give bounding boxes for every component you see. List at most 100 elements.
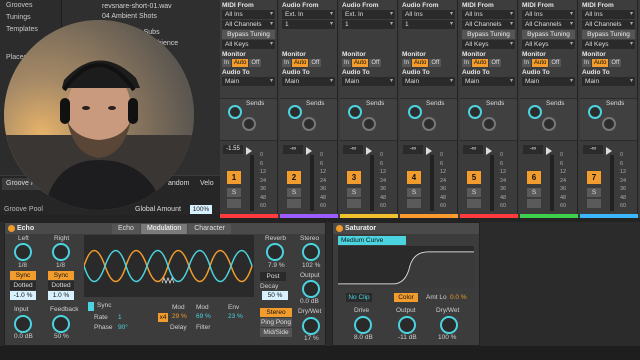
send-a-knob[interactable] [588, 105, 602, 119]
send-b-knob[interactable] [362, 117, 376, 131]
arm-button[interactable] [527, 199, 541, 208]
output-knob[interactable] [302, 280, 320, 298]
input-channel-select[interactable]: All Channels [522, 20, 575, 29]
stereo-mode-button[interactable]: Stereo [260, 308, 292, 317]
sat-drywet-knob[interactable] [440, 316, 458, 334]
monitor-auto-button[interactable]: Auto [292, 59, 309, 67]
solo-button[interactable]: S [347, 188, 361, 197]
color-toggle[interactable]: Color [394, 293, 418, 302]
right-mode-select[interactable]: Dotted [48, 281, 74, 290]
volume-fader-handle[interactable] [486, 147, 492, 155]
monitor-auto-button[interactable]: Auto [472, 59, 489, 67]
volume-value[interactable]: -∞ [463, 145, 483, 154]
feedback-knob[interactable] [52, 315, 70, 333]
track-activator-button[interactable]: 3 [347, 171, 361, 184]
volume-value[interactable]: -1.55 [223, 145, 243, 154]
decay-value[interactable]: 50 % [262, 291, 288, 300]
input-channel-select[interactable]: 1 [342, 20, 395, 29]
input-source-select[interactable]: Ext. In [342, 10, 395, 19]
bypass-tuning-button[interactable]: Bypass Tuning [522, 30, 575, 39]
tab-modulation[interactable]: Modulation [140, 224, 188, 234]
volume-fader-handle[interactable] [426, 147, 432, 155]
track-activator-button[interactable]: 2 [287, 171, 301, 184]
reverb-knob[interactable] [266, 243, 284, 261]
left-mode-select[interactable]: Dotted [10, 281, 36, 290]
keys-select[interactable]: All Keys [222, 40, 275, 49]
monitor-in-button[interactable]: In [462, 59, 472, 67]
env-value[interactable]: 23 % [228, 313, 243, 320]
device-power-icon[interactable] [336, 225, 343, 232]
sync-toggle[interactable] [88, 302, 94, 311]
monitor-off-button[interactable]: Off [549, 59, 562, 67]
drywet-knob[interactable] [302, 317, 320, 335]
global-amount-value[interactable]: 100% [190, 205, 212, 214]
solo-button[interactable]: S [587, 188, 601, 197]
input-source-select[interactable]: All Ins [222, 10, 275, 19]
monitor-in-button[interactable]: In [342, 59, 352, 67]
send-a-knob[interactable] [468, 105, 482, 119]
input-source-select[interactable]: All Ins [522, 10, 575, 19]
input-channel-select[interactable]: 1 [402, 20, 455, 29]
arm-button[interactable] [287, 199, 301, 208]
mod-delay-value[interactable]: 29 % [172, 313, 187, 320]
bypass-tuning-button[interactable]: Bypass Tuning [582, 30, 635, 39]
send-b-knob[interactable] [482, 117, 496, 131]
output-select[interactable]: Main [402, 77, 455, 86]
volume-value[interactable]: -∞ [403, 145, 423, 154]
sat-output-knob[interactable] [398, 316, 416, 334]
output-select[interactable]: Main [282, 77, 335, 86]
volume-fader-handle[interactable] [246, 147, 252, 155]
send-b-knob[interactable] [242, 117, 256, 131]
midside-button[interactable]: Mid/Side [260, 328, 292, 337]
volume-fader-handle[interactable] [366, 147, 372, 155]
output-select[interactable]: Main [222, 77, 275, 86]
clip-select[interactable]: No Clip [346, 293, 372, 302]
input-source-select[interactable]: All Ins [462, 10, 515, 19]
volume-fader-handle[interactable] [306, 147, 312, 155]
monitor-in-button[interactable]: In [222, 59, 232, 67]
volume-value[interactable]: -∞ [583, 145, 603, 154]
input-source-select[interactable]: All Ins [402, 10, 455, 19]
drive-knob[interactable] [354, 316, 372, 334]
right-time-knob[interactable] [52, 243, 70, 261]
monitor-in-button[interactable]: In [582, 59, 592, 67]
input-channel-select[interactable]: All Channels [222, 20, 275, 29]
monitor-off-button[interactable]: Off [309, 59, 322, 67]
arm-button[interactable] [467, 199, 481, 208]
send-b-knob[interactable] [602, 117, 616, 131]
arm-button[interactable] [407, 199, 421, 208]
track-activator-button[interactable]: 1 [227, 171, 241, 184]
monitor-in-button[interactable]: In [402, 59, 412, 67]
monitor-in-button[interactable]: In [282, 59, 292, 67]
monitor-auto-button[interactable]: Auto [532, 59, 549, 67]
input-channel-select[interactable]: 1 [282, 20, 335, 29]
reverb-position-select[interactable]: Post [260, 272, 286, 281]
solo-button[interactable]: S [527, 188, 541, 197]
right-offset[interactable]: 1.0 % [48, 291, 74, 300]
track-activator-button[interactable]: 7 [587, 171, 601, 184]
monitor-off-button[interactable]: Off [429, 59, 442, 67]
amt-lo-value[interactable]: 0.0 % [450, 294, 467, 301]
monitor-off-button[interactable]: Off [609, 59, 622, 67]
volume-value[interactable]: -∞ [523, 145, 543, 154]
send-a-knob[interactable] [408, 105, 422, 119]
track-activator-button[interactable]: 5 [467, 171, 481, 184]
bypass-tuning-button[interactable]: Bypass Tuning [222, 30, 275, 39]
bypass-tuning-button[interactable]: Bypass Tuning [462, 30, 515, 39]
arm-button[interactable] [587, 199, 601, 208]
monitor-auto-button[interactable]: Auto [352, 59, 369, 67]
track-activator-button[interactable]: 4 [407, 171, 421, 184]
monitor-auto-button[interactable]: Auto [592, 59, 609, 67]
left-time-knob[interactable] [14, 243, 32, 261]
tab-character[interactable]: Character [188, 224, 231, 234]
rate-value[interactable]: 1 [118, 314, 122, 321]
arm-button[interactable] [347, 199, 361, 208]
monitor-off-button[interactable]: Off [369, 59, 382, 67]
x4-button[interactable]: x4 [158, 313, 168, 322]
input-channel-select[interactable]: All Channels [462, 20, 515, 29]
send-a-knob[interactable] [228, 105, 242, 119]
arm-button[interactable] [227, 199, 241, 208]
monitor-off-button[interactable]: Off [489, 59, 502, 67]
output-select[interactable]: Main [342, 77, 395, 86]
file-row[interactable]: revsnare-short-01.wav [62, 0, 220, 11]
